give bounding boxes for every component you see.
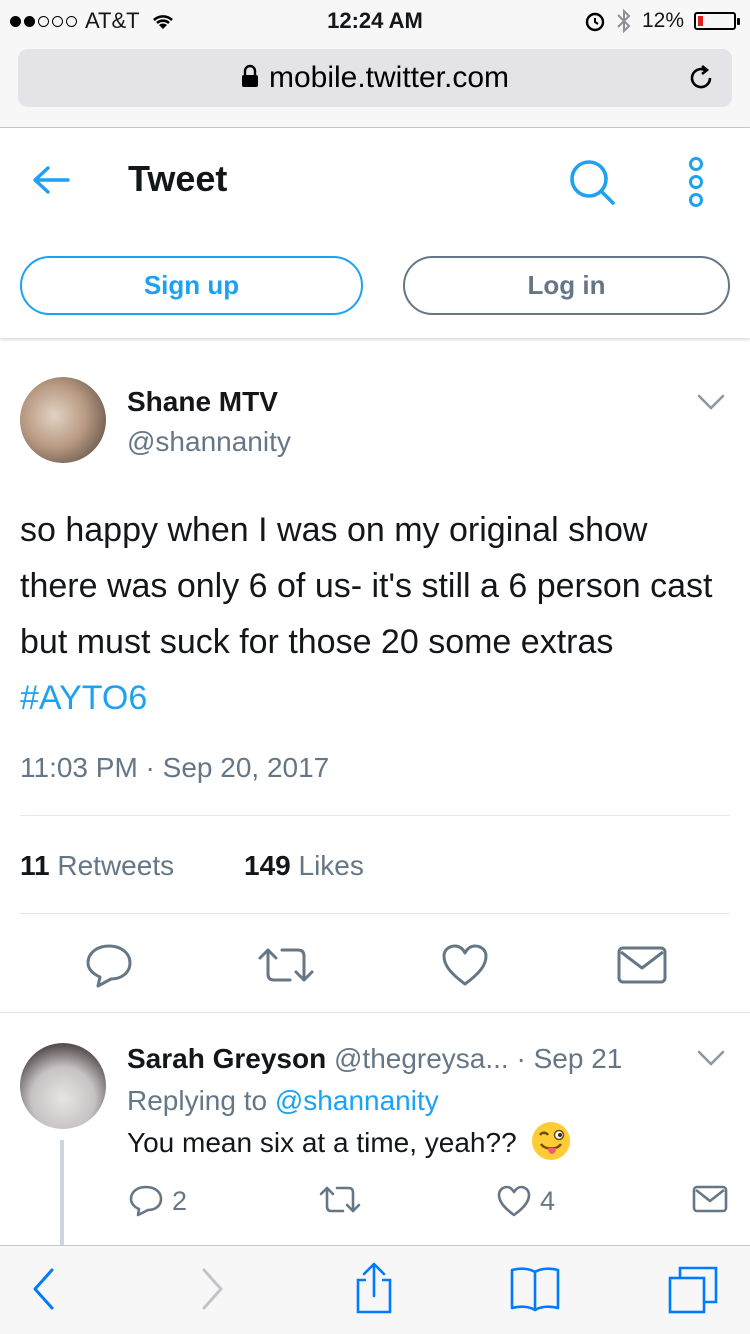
reply-retweet-action[interactable] [318, 1184, 362, 1216]
search-icon[interactable] [568, 158, 618, 208]
book-icon[interactable] [508, 1264, 562, 1312]
page-title: Tweet [128, 158, 228, 199]
share-icon[interactable] [352, 1260, 396, 1316]
alarm-clock-icon [585, 12, 605, 32]
author-avatar[interactable] [20, 377, 106, 463]
author-name[interactable]: Shane MTV [127, 386, 278, 418]
retweet-icon [319, 1186, 361, 1213]
divider [20, 815, 730, 816]
chevron-left-icon[interactable] [30, 1266, 58, 1312]
arrow-left-icon[interactable] [30, 160, 72, 200]
retweet-stat[interactable]: 11 Retweets [20, 850, 174, 882]
replying-label: Replying to [127, 1085, 268, 1116]
divider [20, 913, 730, 914]
reply-like-count: 4 [540, 1185, 556, 1216]
url-text: mobile.twitter.com [268, 61, 510, 94]
retweet-label: Retweets [57, 850, 175, 881]
address-bar[interactable]: mobile.twitter.com [18, 49, 732, 107]
reply-reply-action[interactable]: 2 [128, 1184, 187, 1218]
reply-reply-count: 2 [172, 1185, 188, 1216]
lock-icon [241, 64, 258, 88]
browser-toolbar [0, 1245, 750, 1334]
replying-to: Replying to @shannanity [127, 1085, 439, 1117]
reply-dm-action[interactable] [692, 1184, 728, 1214]
heart-icon[interactable] [440, 942, 490, 988]
reply-avatar[interactable] [20, 1043, 106, 1129]
battery-icon [694, 12, 740, 30]
browser-chrome: AT&T 12:24 AM 12% mobile.twitter.com [0, 0, 750, 128]
heart-icon [497, 1185, 531, 1217]
reply-like-action[interactable]: 4 [496, 1184, 555, 1218]
tweet-text: so happy when I was on my original show … [20, 502, 730, 726]
envelope-icon[interactable] [616, 944, 668, 986]
thread-line [60, 1140, 64, 1250]
reply-header[interactable]: Sarah Greyson @thegreysa... · Sep 21 [127, 1043, 622, 1075]
tweet-timestamp[interactable]: 11:03 PM · Sep 20, 2017 [20, 752, 329, 784]
reply-author-handle: @thegreysa... [333, 1043, 509, 1074]
reply-author-name: Sarah Greyson [127, 1043, 327, 1074]
sign-up-button[interactable]: Sign up [20, 256, 363, 315]
reply-text: You mean six at a time, yeah?? [127, 1121, 572, 1162]
envelope-icon [692, 1185, 728, 1213]
status-bar-right: 12% [584, 8, 740, 34]
tweet-body: so happy when I was on my original show … [20, 511, 713, 661]
hashtag-link[interactable]: #AYTO6 [20, 679, 147, 717]
more-vertical-icon[interactable] [684, 156, 708, 208]
tabs-icon[interactable] [666, 1264, 720, 1316]
reply-icon[interactable] [84, 942, 134, 988]
chevron-right-icon[interactable] [198, 1266, 226, 1312]
author-handle[interactable]: @shannanity [127, 426, 291, 458]
divider [0, 1012, 750, 1013]
retweet-icon[interactable] [256, 944, 316, 986]
url-display: mobile.twitter.com [18, 49, 732, 107]
chevron-down-icon[interactable] [696, 1048, 726, 1068]
like-count: 149 [244, 850, 291, 881]
reload-icon[interactable] [686, 63, 716, 93]
replying-handle-link[interactable]: @shannanity [275, 1085, 439, 1116]
reply-date: · Sep 21 [516, 1043, 623, 1074]
chevron-down-icon[interactable] [696, 392, 726, 412]
like-label: Likes [298, 850, 364, 881]
battery-percent: 12% [641, 9, 684, 32]
winking-tongue-emoji-icon [532, 1121, 571, 1160]
reply-icon [129, 1185, 163, 1217]
reply-body: You mean six at a time, yeah?? [127, 1127, 517, 1158]
retweet-count: 11 [20, 850, 50, 881]
log-in-button[interactable]: Log in [403, 256, 730, 315]
twitter-header: Tweet Sign up Log in [0, 128, 750, 338]
like-stat[interactable]: 149 Likes [244, 850, 364, 882]
bluetooth-icon [617, 8, 631, 34]
